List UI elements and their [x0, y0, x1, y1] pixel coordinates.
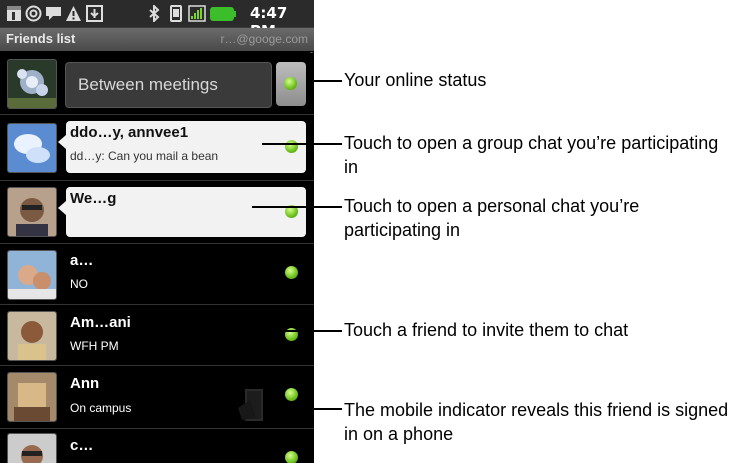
person-photo — [8, 251, 56, 299]
status-message-field[interactable]: Between meetings — [65, 62, 272, 108]
status-selector-button[interactable] — [276, 62, 306, 106]
annotation-mobile-indicator: The mobile indicator reveals this friend… — [344, 400, 729, 444]
friend-name: a… — [70, 252, 94, 269]
status-bar: 4:47 PM — [0, 0, 314, 40]
group-chat-icon — [8, 124, 56, 172]
online-status-icon — [285, 266, 298, 279]
friend-row-group-chat[interactable]: ddo…y, annvee1 dd…y: Can you mail a bean — [0, 114, 314, 180]
friend-name: c… — [70, 437, 94, 454]
person-photo — [8, 434, 56, 463]
status-message-text: Between meetings — [78, 75, 218, 94]
avatar — [7, 250, 57, 300]
person-photo — [8, 188, 56, 236]
mobile-indicator-icon — [238, 389, 263, 421]
friend-name: ddo…y, annvee1 — [70, 124, 189, 141]
signal-strength-icon — [188, 5, 206, 22]
page-title: Friends list — [6, 31, 76, 46]
person-photo — [8, 312, 56, 360]
online-status-icon — [285, 140, 298, 153]
friend-message: WFH PM — [70, 339, 119, 353]
warning-icon — [66, 6, 81, 21]
callout-line — [262, 143, 342, 145]
group-chat-avatar — [7, 123, 57, 173]
online-status-icon — [285, 388, 298, 401]
online-status-icon — [284, 77, 297, 90]
calendar-icon — [7, 6, 21, 21]
friend-message: NO — [70, 277, 88, 291]
phone-screen: 4:47 PM Friends list r…@googe.com Betwee… — [0, 0, 314, 463]
usb-icon — [86, 5, 103, 22]
online-status-icon — [285, 451, 298, 463]
annotation-invite: Touch a friend to invite them to chat — [344, 320, 629, 340]
avatar — [7, 187, 57, 237]
email-at-icon — [25, 5, 42, 22]
friend-row[interactable]: Am…ani WFH PM — [0, 304, 314, 365]
battery-icon — [210, 7, 236, 21]
friend-name: Am…ani — [70, 314, 131, 331]
avatar — [7, 433, 57, 463]
avatar — [7, 372, 57, 422]
my-status-row: Between meetings — [0, 53, 314, 113]
friend-row[interactable]: c… — [0, 428, 314, 463]
callout-line — [306, 80, 342, 82]
friend-name: Ann — [70, 375, 100, 392]
annotation-group-chat: Touch to open a group chat you’re partic… — [344, 133, 719, 177]
friend-message: dd…y: Can you mail a bean — [70, 149, 219, 163]
friend-name: We…g — [70, 190, 117, 207]
callout-line — [252, 206, 342, 208]
friend-message: On campus — [70, 401, 132, 415]
friend-row[interactable]: Ann On campus — [0, 365, 314, 428]
account-label: r…@googe.com — [220, 32, 308, 46]
annotation-personal-chat: Touch to open a personal chat you’re par… — [344, 196, 640, 240]
person-photo — [8, 373, 56, 421]
vibrate-icon — [170, 5, 182, 22]
annotation-online-status: Your online status — [344, 70, 487, 90]
callout-line — [262, 330, 342, 332]
friend-row-personal-chat[interactable]: We…g — [0, 180, 314, 243]
my-avatar[interactable] — [7, 59, 57, 109]
avatar — [7, 311, 57, 361]
flower-photo — [8, 60, 56, 108]
bluetooth-icon — [149, 5, 160, 22]
title-bar: Friends list r…@googe.com — [0, 28, 314, 51]
chat-notification-icon — [46, 7, 61, 20]
friend-row[interactable]: a… NO — [0, 243, 314, 304]
callout-line — [305, 408, 342, 410]
